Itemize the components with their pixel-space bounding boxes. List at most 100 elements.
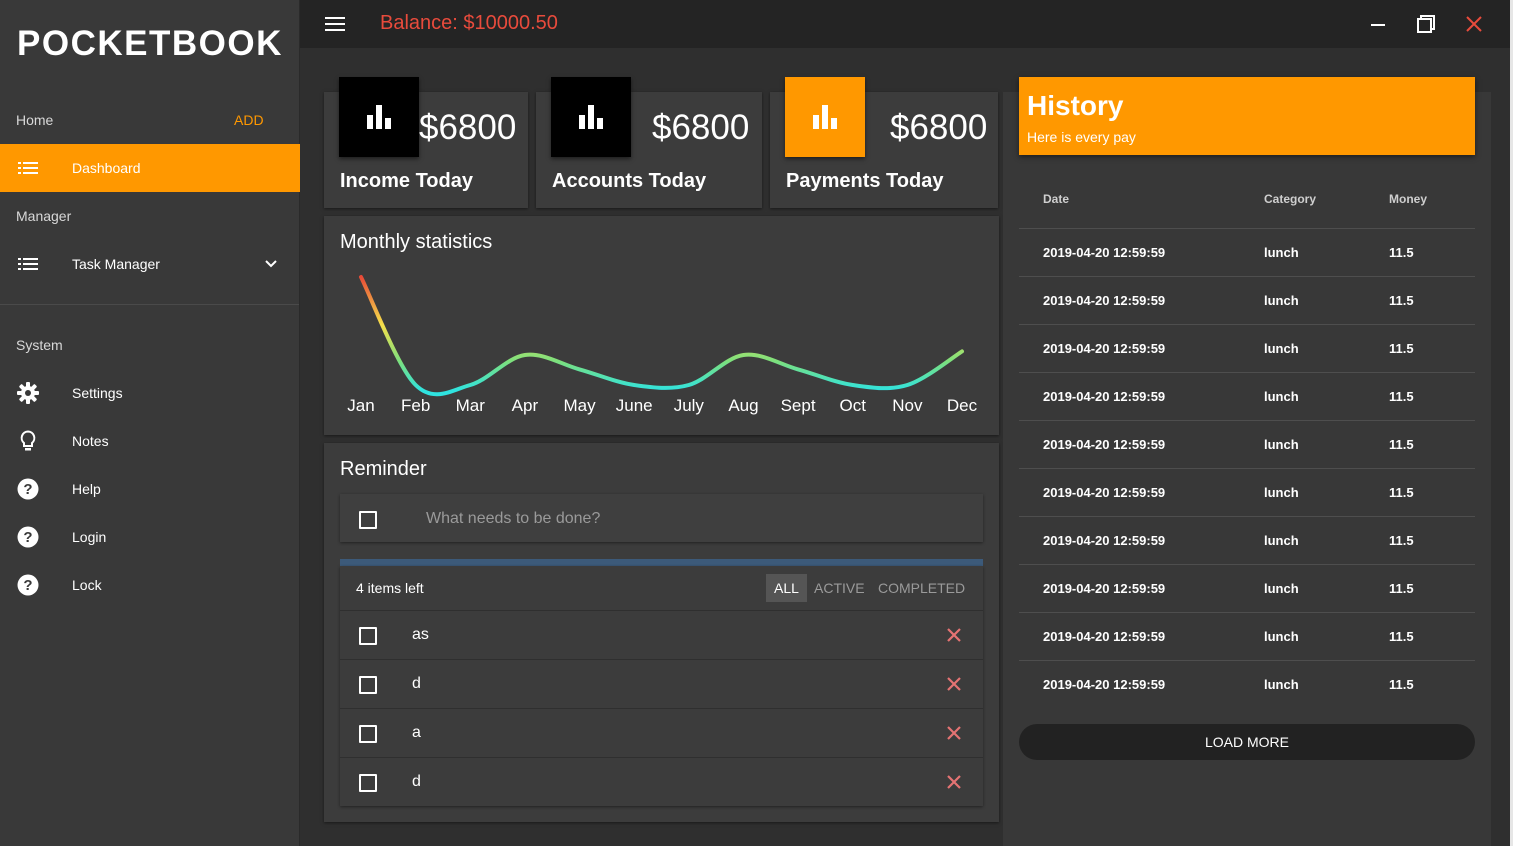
date-cell: 2019-04-20 12:59:59 <box>1043 245 1166 260</box>
lightbulb-icon <box>17 430 39 452</box>
sidebar-item-notes[interactable]: Notes <box>0 417 300 465</box>
sidebar: POCKETBOOK Home ADD Dashboard Manager Ta… <box>0 0 300 846</box>
delete-icon[interactable] <box>945 773 963 796</box>
toggle-all-checkbox[interactable] <box>359 511 377 529</box>
x-tick-label: Jan <box>347 396 375 415</box>
delete-icon[interactable] <box>945 724 963 747</box>
delete-icon[interactable] <box>945 675 963 698</box>
bar-chart-icon <box>785 77 865 157</box>
todo-item: as <box>340 610 983 659</box>
table-row: 2019-04-20 12:59:59 lunch 11.5 <box>1019 324 1475 373</box>
bar-chart-icon <box>339 77 419 157</box>
table-row: 2019-04-20 12:59:59 lunch 11.5 <box>1019 516 1475 565</box>
sidebar-item-settings[interactable]: Settings <box>0 369 300 417</box>
todo-checkbox[interactable] <box>359 627 377 645</box>
category-cell: lunch <box>1264 293 1299 308</box>
sidebar-item-label: Task Manager <box>72 256 160 272</box>
maximize-icon[interactable] <box>1414 12 1438 36</box>
help-icon: ? <box>17 478 39 500</box>
bar-chart-icon <box>551 77 631 157</box>
svg-text:?: ? <box>23 529 32 546</box>
category-cell: lunch <box>1264 437 1299 452</box>
list-icon <box>17 157 39 179</box>
money-cell: 11.5 <box>1389 293 1414 308</box>
payments-value: $6800 <box>890 108 988 147</box>
sidebar-item-label: Lock <box>72 577 102 593</box>
filter-completed-button[interactable]: COMPLETED <box>870 574 973 602</box>
date-cell: 2019-04-20 12:59:59 <box>1043 341 1166 356</box>
sidebar-item-help[interactable]: ? Help <box>0 465 300 513</box>
sidebar-item-label: Login <box>72 529 107 545</box>
money-cell: 11.5 <box>1389 581 1414 596</box>
category-cell: lunch <box>1264 341 1299 356</box>
x-tick-label: Apr <box>511 396 539 415</box>
x-tick-label: Sept <box>780 396 816 415</box>
app-brand: POCKETBOOK <box>17 24 283 63</box>
category-cell: lunch <box>1264 389 1299 404</box>
delete-icon[interactable] <box>945 626 963 649</box>
add-button[interactable]: ADD <box>234 112 264 128</box>
income-label: Income Today <box>340 170 473 192</box>
todo-text: d <box>412 675 421 692</box>
top-bar: Balance: $10000.50 <box>300 0 1513 48</box>
x-tick-label: May <box>563 396 596 415</box>
todo-checkbox[interactable] <box>359 725 377 743</box>
items-left-count: 4 items left <box>356 580 424 596</box>
sidebar-item-lock[interactable]: ? Lock <box>0 561 300 609</box>
column-header-money[interactable]: Money <box>1389 192 1427 206</box>
money-cell: 11.5 <box>1389 533 1414 548</box>
money-cell: 11.5 <box>1389 341 1414 356</box>
svg-text:?: ? <box>23 481 32 498</box>
history-header: History Here is every pay <box>1019 77 1475 155</box>
menu-icon[interactable] <box>325 14 347 39</box>
new-todo-input[interactable] <box>424 504 968 534</box>
filter-active-button[interactable]: ACTIVE <box>806 574 873 602</box>
column-header-date[interactable]: Date <box>1043 192 1069 206</box>
x-tick-label: July <box>673 396 704 415</box>
todo-checkbox[interactable] <box>359 676 377 694</box>
category-cell: lunch <box>1264 677 1299 692</box>
load-more-button[interactable]: LOAD MORE <box>1019 724 1475 760</box>
column-header-category[interactable]: Category <box>1264 192 1316 206</box>
x-tick-label: Oct <box>839 396 866 415</box>
sidebar-divider <box>0 304 299 305</box>
table-row: 2019-04-20 12:59:59 lunch 11.5 <box>1019 228 1475 277</box>
category-cell: lunch <box>1264 533 1299 548</box>
todo-checkbox[interactable] <box>359 774 377 792</box>
manager-section-label: Manager <box>16 208 72 224</box>
history-subtitle: Here is every pay <box>1027 129 1136 145</box>
money-cell: 11.5 <box>1389 629 1414 644</box>
date-cell: 2019-04-20 12:59:59 <box>1043 437 1166 452</box>
payments-label: Payments Today <box>786 170 944 192</box>
date-cell: 2019-04-20 12:59:59 <box>1043 581 1166 596</box>
income-value: $6800 <box>419 108 517 147</box>
sidebar-item-label: Dashboard <box>72 160 141 176</box>
table-row: 2019-04-20 12:59:59 lunch 11.5 <box>1019 660 1475 709</box>
table-row: 2019-04-20 12:59:59 lunch 11.5 <box>1019 420 1475 469</box>
sidebar-item-dashboard[interactable]: Dashboard <box>0 144 300 192</box>
sidebar-item-task-manager[interactable]: Task Manager <box>0 240 300 288</box>
help-icon: ? <box>17 574 39 596</box>
category-cell: lunch <box>1264 581 1299 596</box>
money-cell: 11.5 <box>1389 437 1414 452</box>
chevron-down-icon[interactable] <box>262 254 280 277</box>
table-row: 2019-04-20 12:59:59 lunch 11.5 <box>1019 612 1475 661</box>
sidebar-item-label: Notes <box>72 433 109 449</box>
money-cell: 11.5 <box>1389 389 1414 404</box>
todo-item: d <box>340 757 983 806</box>
todo-text: d <box>412 773 421 790</box>
filter-all-button[interactable]: ALL <box>766 574 807 602</box>
date-cell: 2019-04-20 12:59:59 <box>1043 677 1166 692</box>
help-icon: ? <box>17 526 39 548</box>
money-cell: 11.5 <box>1389 677 1414 692</box>
svg-text:?: ? <box>23 577 32 594</box>
close-icon[interactable] <box>1462 12 1486 36</box>
category-cell: lunch <box>1264 485 1299 500</box>
new-todo-row <box>340 494 983 542</box>
category-cell: lunch <box>1264 629 1299 644</box>
system-section-label: System <box>16 337 63 353</box>
sidebar-item-login[interactable]: ? Login <box>0 513 300 561</box>
minimize-icon[interactable] <box>1366 12 1390 36</box>
date-cell: 2019-04-20 12:59:59 <box>1043 293 1166 308</box>
money-cell: 11.5 <box>1389 485 1414 500</box>
